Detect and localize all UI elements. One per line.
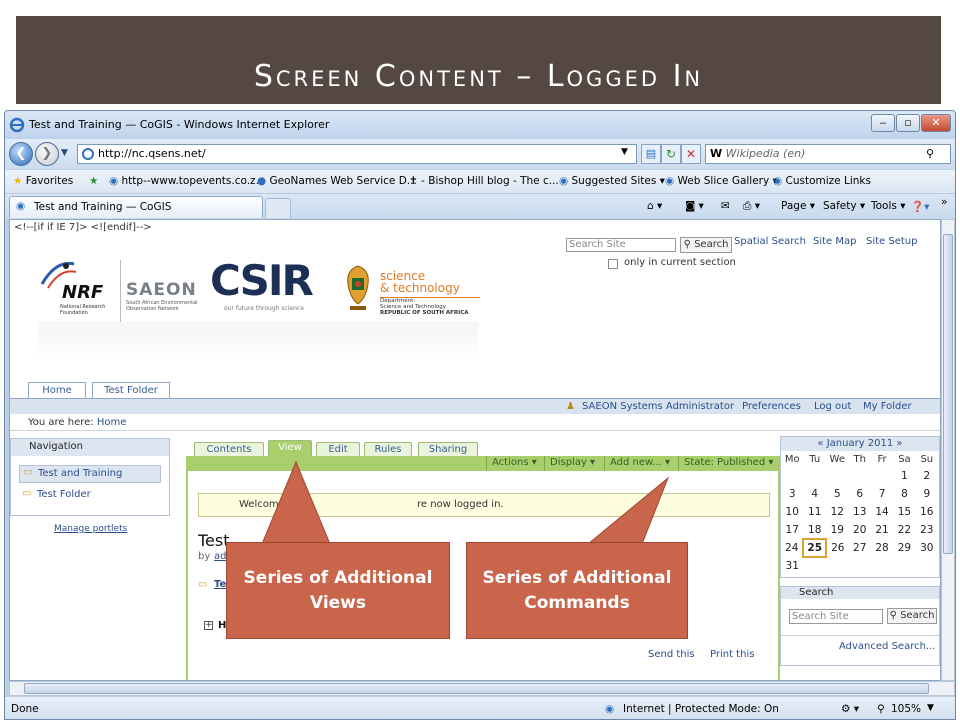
right-callout-pointer bbox=[586, 476, 670, 545]
callout-views-text: Series of Additional Views bbox=[243, 568, 433, 613]
callout-commands-text: Series of Additional Commands bbox=[482, 568, 672, 613]
callout-additional-commands: Series of Additional Commands bbox=[466, 542, 688, 639]
callout-additional-views: Series of Additional Views bbox=[226, 542, 450, 639]
left-callout-pointer bbox=[261, 460, 331, 545]
